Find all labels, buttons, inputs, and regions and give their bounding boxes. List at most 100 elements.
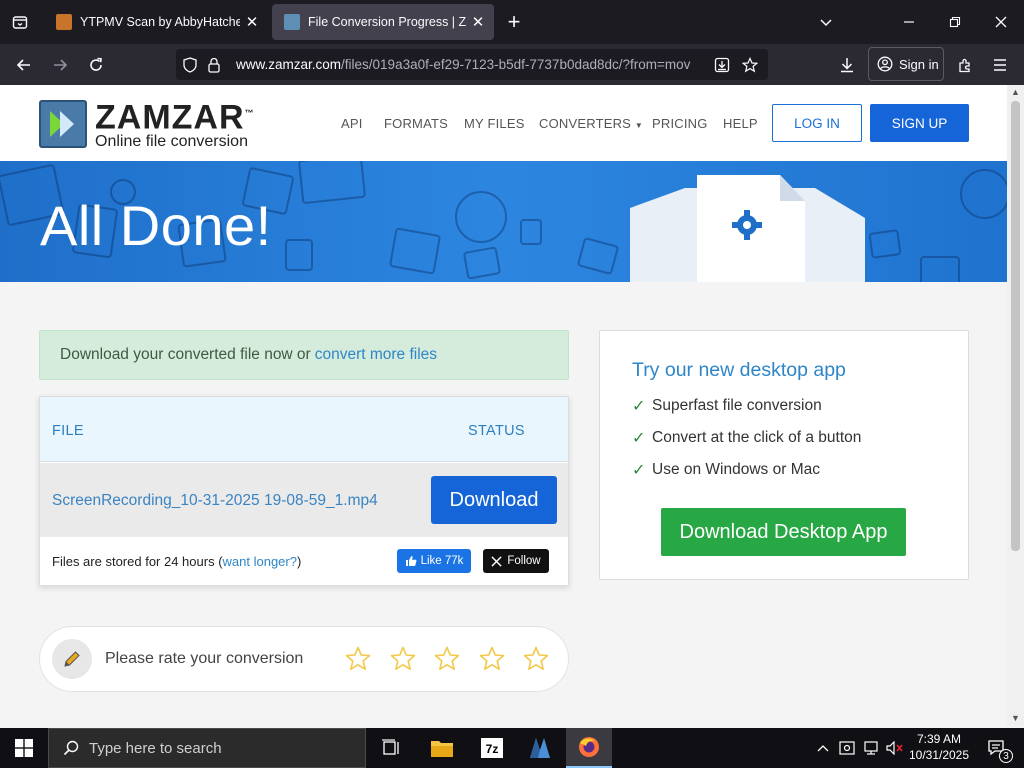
nav-link-api[interactable]: API [341,116,363,131]
close-tab-icon[interactable]: ✕ [240,10,264,34]
nav-link-help[interactable]: HELP [723,116,758,131]
star-icon[interactable] [523,646,549,672]
notification-count-badge: 3 [999,749,1013,763]
notification-center-icon[interactable]: 3 [982,728,1013,768]
page-title: All Done! [40,194,272,257]
column-header-file: FILE [52,423,84,439]
tab-title: YTPMV Scan by AbbyHatcheran [80,15,240,29]
scrollbar-thumb[interactable] [1011,101,1020,551]
film-icon [388,227,442,275]
check-icon: ✓ [632,430,646,447]
file-explorer-icon[interactable] [419,728,465,768]
want-longer-link[interactable]: want longer? [223,554,297,569]
new-tab-plus-icon[interactable]: + [502,9,526,34]
browser-tab-active[interactable]: File Conversion Progress | Zamzar ✕ [272,4,494,40]
x-follow-button[interactable]: Follow [483,549,549,573]
file-icon [285,239,313,271]
youtube-favicon-icon [56,14,72,30]
facebook-like-button[interactable]: Like 77k [397,549,471,573]
desktop-app-heading: Try our new desktop app [632,359,846,381]
converters-label: CONVERTERS [539,116,632,131]
chevron-down-icon[interactable] [810,6,842,38]
download-button[interactable]: Download [431,476,557,524]
extensions-icon[interactable] [952,52,978,78]
browser-tab-bar: YTPMV Scan by AbbyHatcheran ✕ File Conve… [0,0,1024,44]
nav-link-formats[interactable]: FORMATS [384,116,448,131]
close-tab-icon[interactable]: ✕ [466,10,490,34]
reload-icon[interactable] [83,52,109,78]
desktop-app-panel: Try our new desktop app ✓ Superfast file … [599,330,969,580]
network-icon[interactable] [860,728,882,768]
downloads-icon[interactable] [834,52,860,78]
notice-text: Download your converted file now or [60,346,311,363]
small-file-icon [520,219,542,245]
restore-icon[interactable] [939,6,971,38]
star-icon[interactable] [345,646,371,672]
clipboard-icon [920,256,960,282]
address-bar[interactable]: www.zamzar.com/files/019a3a0f-ef29-7123-… [176,49,768,80]
music-note-icon [576,236,620,276]
sign-in-label: Sign in [899,56,939,72]
nav-link-converters[interactable]: CONVERTERS ▼ [539,116,643,131]
forward-arrow-icon[interactable] [47,52,73,78]
table-footer: Files are stored for 24 hours (want long… [40,537,568,585]
thumbs-up-icon [405,556,417,566]
column-header-status: STATUS [468,423,525,439]
tray-chevron-up-icon[interactable] [812,728,834,768]
browser-nav-bar: www.zamzar.com/files/019a3a0f-ef29-7123-… [0,44,1024,85]
back-arrow-icon[interactable] [11,52,37,78]
check-icon: ✓ [632,398,646,415]
file-name[interactable]: ScreenRecording_10-31-2025 19-08-59_1.mp… [52,492,378,510]
feature-item: ✓ Superfast file conversion [632,396,822,416]
save-to-device-icon[interactable] [710,53,734,77]
log-in-button[interactable]: LOG IN [772,104,862,142]
sign-in-button[interactable]: Sign in [868,47,944,81]
picture-icon [462,246,502,280]
site-header: ZAMZAR™ Online file conversion API FORMA… [0,85,1007,161]
nav-link-pricing[interactable]: PRICING [652,116,708,131]
scroll-up-arrow-icon[interactable]: ▲ [1011,87,1020,97]
scroll-down-arrow-icon[interactable]: ▼ [1011,713,1020,723]
clock-time: 7:39 AM [916,732,962,746]
app-icon[interactable] [517,728,563,768]
windows-taskbar: Type here to search 7z 7:39 AM 10/31/202… [0,728,1024,768]
star-icon[interactable] [390,646,416,672]
sign-up-button[interactable]: SIGN UP [870,104,969,142]
firefox-icon[interactable] [566,728,612,768]
x-logo-icon [491,555,502,567]
file-table: FILE STATUS ScreenRecording_10-31-2025 1… [39,396,569,586]
convert-more-files-link[interactable]: convert more files [315,346,437,364]
table-row: ScreenRecording_10-31-2025 19-08-59_1.mp… [40,463,568,537]
star-icon[interactable] [434,646,460,672]
star-icon[interactable] [479,646,505,672]
send-icon [455,191,507,243]
zamzar-logo[interactable]: ZAMZAR™ Online file conversion [39,97,255,151]
shield-icon[interactable] [178,53,202,77]
taskbar-clock[interactable]: 7:39 AM 10/31/2025 [900,731,978,763]
check-icon: ✓ [632,462,646,479]
success-notice: Download your converted file now or conv… [39,330,569,380]
browser-tab[interactable]: YTPMV Scan by AbbyHatcheran ✕ [44,4,268,40]
7zip-icon[interactable]: 7z [469,728,515,768]
lock-icon[interactable] [202,53,226,77]
page-scrollbar[interactable]: ▲ ▼ [1007,85,1024,726]
feature-label: Use on Windows or Mac [652,461,820,478]
search-placeholder: Type here to search [89,739,222,757]
feature-label: Convert at the click of a button [652,429,862,446]
security-tray-icon[interactable] [836,728,858,768]
hamburger-menu-icon[interactable] [987,52,1013,78]
windows-start-icon[interactable] [0,728,48,768]
url-text[interactable]: www.zamzar.com/files/019a3a0f-ef29-7123-… [236,57,706,72]
taskbar-search-box[interactable]: Type here to search [48,728,366,768]
close-window-icon[interactable] [985,6,1017,38]
nav-link-my-files[interactable]: MY FILES [464,116,525,131]
logo-trademark: ™ [244,108,255,118]
task-view-icon[interactable] [368,728,414,768]
like-count: Like 77k [420,555,464,567]
search-icon [63,740,79,756]
download-desktop-app-button[interactable]: Download Desktop App [661,508,906,556]
tab-list-icon[interactable] [8,10,32,34]
minimize-icon[interactable] [893,6,925,38]
folder-icon [297,161,367,205]
bookmark-star-icon[interactable] [738,53,762,77]
